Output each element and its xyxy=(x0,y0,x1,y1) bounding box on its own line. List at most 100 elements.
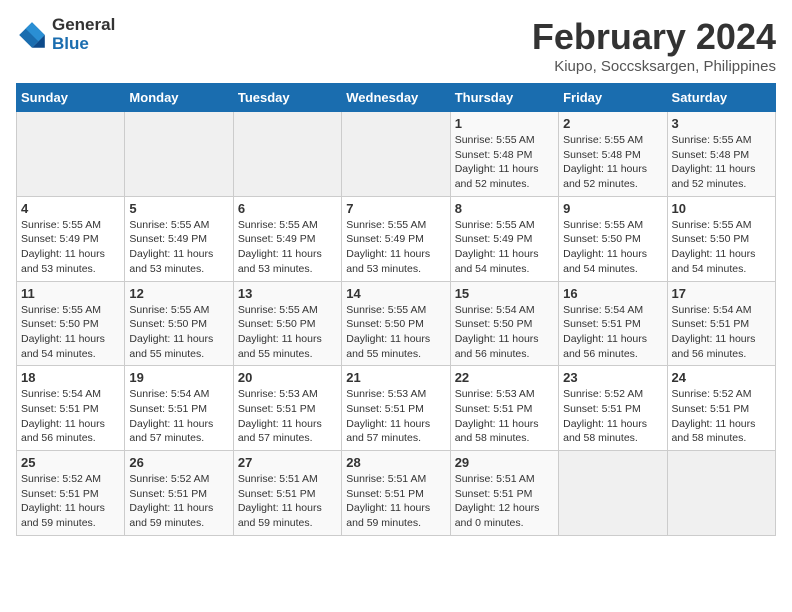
page-title: February 2024 xyxy=(532,16,776,58)
day-info: Sunrise: 5:54 AMSunset: 5:51 PMDaylight:… xyxy=(21,387,120,446)
day-info: Sunrise: 5:53 AMSunset: 5:51 PMDaylight:… xyxy=(346,387,445,446)
title-area: February 2024 Kiupo, Soccsksargen, Phili… xyxy=(532,16,776,75)
day-info: Sunrise: 5:51 AMSunset: 5:51 PMDaylight:… xyxy=(346,472,445,531)
day-info: Sunrise: 5:55 AMSunset: 5:48 PMDaylight:… xyxy=(455,133,554,192)
day-info: Sunrise: 5:54 AMSunset: 5:51 PMDaylight:… xyxy=(672,303,771,362)
calendar-week-row: 25Sunrise: 5:52 AMSunset: 5:51 PMDayligh… xyxy=(17,451,776,536)
calendar-cell: 21 Sunrise: 5:53 AMSunset: 5:51 PMDayligh… xyxy=(342,366,450,451)
day-info: Sunrise: 5:55 AMSunset: 5:50 PMDaylight:… xyxy=(129,303,228,362)
calendar-cell xyxy=(233,112,341,197)
day-info: Sunrise: 5:52 AMSunset: 5:51 PMDaylight:… xyxy=(129,472,228,531)
day-info: Sunrise: 5:52 AMSunset: 5:51 PMDaylight:… xyxy=(21,472,120,531)
day-number: 28 xyxy=(346,455,445,470)
logo: General Blue xyxy=(16,16,115,53)
calendar-cell: 4Sunrise: 5:55 AMSunset: 5:49 PMDaylight… xyxy=(17,196,125,281)
day-number: 11 xyxy=(21,286,120,301)
day-number: 2 xyxy=(563,116,662,131)
day-info: Sunrise: 5:55 AMSunset: 5:50 PMDaylight:… xyxy=(21,303,120,362)
day-info: Sunrise: 5:55 AMSunset: 5:50 PMDaylight:… xyxy=(238,303,337,362)
day-number: 19 xyxy=(129,370,228,385)
day-number: 22 xyxy=(455,370,554,385)
day-info: Sunrise: 5:54 AMSunset: 5:51 PMDaylight:… xyxy=(129,387,228,446)
day-number: 29 xyxy=(455,455,554,470)
calendar-cell: 13 Sunrise: 5:55 AMSunset: 5:50 PMDayligh… xyxy=(233,281,341,366)
calendar-cell: 6Sunrise: 5:55 AMSunset: 5:49 PMDaylight… xyxy=(233,196,341,281)
calendar-cell: 24 Sunrise: 5:52 AMSunset: 5:51 PMDayligh… xyxy=(667,366,775,451)
calendar-cell: 23 Sunrise: 5:52 AMSunset: 5:51 PMDayligh… xyxy=(559,366,667,451)
calendar-cell: 17 Sunrise: 5:54 AMSunset: 5:51 PMDayligh… xyxy=(667,281,775,366)
calendar-cell: 22 Sunrise: 5:53 AMSunset: 5:51 PMDayligh… xyxy=(450,366,558,451)
day-info: Sunrise: 5:55 AMSunset: 5:49 PMDaylight:… xyxy=(21,218,120,277)
day-info: Sunrise: 5:55 AMSunset: 5:50 PMDaylight:… xyxy=(672,218,771,277)
calendar-cell: 19 Sunrise: 5:54 AMSunset: 5:51 PMDayligh… xyxy=(125,366,233,451)
day-info: Sunrise: 5:55 AMSunset: 5:48 PMDaylight:… xyxy=(672,133,771,192)
calendar-week-row: 11 Sunrise: 5:55 AMSunset: 5:50 PMDayligh… xyxy=(17,281,776,366)
day-number: 3 xyxy=(672,116,771,131)
calendar-cell: 20 Sunrise: 5:53 AMSunset: 5:51 PMDayligh… xyxy=(233,366,341,451)
calendar-cell: 1 Sunrise: 5:55 AMSunset: 5:48 PMDaylight… xyxy=(450,112,558,197)
day-info: Sunrise: 5:51 AMSunset: 5:51 PMDaylight:… xyxy=(455,472,554,531)
calendar-cell xyxy=(17,112,125,197)
page-header: General Blue February 2024 Kiupo, Soccsk… xyxy=(16,16,776,75)
calendar-cell: 26 Sunrise: 5:52 AMSunset: 5:51 PMDayligh… xyxy=(125,451,233,536)
calendar-cell xyxy=(342,112,450,197)
day-info: Sunrise: 5:55 AMSunset: 5:50 PMDaylight:… xyxy=(563,218,662,277)
day-number: 20 xyxy=(238,370,337,385)
calendar-cell xyxy=(559,451,667,536)
day-info: Sunrise: 5:52 AMSunset: 5:51 PMDaylight:… xyxy=(672,387,771,446)
day-info: Sunrise: 5:52 AMSunset: 5:51 PMDaylight:… xyxy=(563,387,662,446)
calendar-cell: 9 Sunrise: 5:55 AMSunset: 5:50 PMDaylight… xyxy=(559,196,667,281)
day-number: 7 xyxy=(346,201,445,216)
calendar-day-header: Sunday xyxy=(17,84,125,112)
day-info: Sunrise: 5:51 AMSunset: 5:51 PMDaylight:… xyxy=(238,472,337,531)
calendar-cell: 11 Sunrise: 5:55 AMSunset: 5:50 PMDayligh… xyxy=(17,281,125,366)
day-number: 1 xyxy=(455,116,554,131)
day-info: Sunrise: 5:55 AMSunset: 5:49 PMDaylight:… xyxy=(455,218,554,277)
calendar-cell: 8 Sunrise: 5:55 AMSunset: 5:49 PMDaylight… xyxy=(450,196,558,281)
calendar-cell: 14Sunrise: 5:55 AMSunset: 5:50 PMDayligh… xyxy=(342,281,450,366)
calendar-cell xyxy=(667,451,775,536)
calendar-day-header: Thursday xyxy=(450,84,558,112)
logo-icon xyxy=(16,19,48,51)
day-number: 26 xyxy=(129,455,228,470)
calendar-cell: 7 Sunrise: 5:55 AMSunset: 5:49 PMDaylight… xyxy=(342,196,450,281)
calendar-day-header: Saturday xyxy=(667,84,775,112)
calendar-day-header: Wednesday xyxy=(342,84,450,112)
day-number: 21 xyxy=(346,370,445,385)
calendar-cell: 10 Sunrise: 5:55 AMSunset: 5:50 PMDayligh… xyxy=(667,196,775,281)
calendar-cell: 28 Sunrise: 5:51 AMSunset: 5:51 PMDayligh… xyxy=(342,451,450,536)
day-number: 6 xyxy=(238,201,337,216)
day-number: 24 xyxy=(672,370,771,385)
day-number: 16 xyxy=(563,286,662,301)
day-number: 5 xyxy=(129,201,228,216)
day-number: 8 xyxy=(455,201,554,216)
day-number: 18 xyxy=(21,370,120,385)
day-number: 27 xyxy=(238,455,337,470)
calendar-week-row: 4Sunrise: 5:55 AMSunset: 5:49 PMDaylight… xyxy=(17,196,776,281)
day-number: 13 xyxy=(238,286,337,301)
calendar-cell xyxy=(125,112,233,197)
day-number: 10 xyxy=(672,201,771,216)
calendar-week-row: 1 Sunrise: 5:55 AMSunset: 5:48 PMDaylight… xyxy=(17,112,776,197)
day-info: Sunrise: 5:55 AMSunset: 5:49 PMDaylight:… xyxy=(346,218,445,277)
day-number: 14 xyxy=(346,286,445,301)
calendar-cell: 15Sunrise: 5:54 AMSunset: 5:50 PMDayligh… xyxy=(450,281,558,366)
calendar-header-row: SundayMondayTuesdayWednesdayThursdayFrid… xyxy=(17,84,776,112)
calendar-cell: 27 Sunrise: 5:51 AMSunset: 5:51 PMDayligh… xyxy=(233,451,341,536)
calendar-cell: 25Sunrise: 5:52 AMSunset: 5:51 PMDayligh… xyxy=(17,451,125,536)
calendar-day-header: Tuesday xyxy=(233,84,341,112)
calendar-cell: 5Sunrise: 5:55 AMSunset: 5:49 PMDaylight… xyxy=(125,196,233,281)
day-info: Sunrise: 5:53 AMSunset: 5:51 PMDaylight:… xyxy=(238,387,337,446)
day-number: 17 xyxy=(672,286,771,301)
calendar-day-header: Friday xyxy=(559,84,667,112)
calendar-table: SundayMondayTuesdayWednesdayThursdayFrid… xyxy=(16,83,776,536)
calendar-week-row: 18 Sunrise: 5:54 AMSunset: 5:51 PMDayligh… xyxy=(17,366,776,451)
calendar-cell: 3 Sunrise: 5:55 AMSunset: 5:48 PMDaylight… xyxy=(667,112,775,197)
day-info: Sunrise: 5:53 AMSunset: 5:51 PMDaylight:… xyxy=(455,387,554,446)
day-number: 23 xyxy=(563,370,662,385)
calendar-body: 1 Sunrise: 5:55 AMSunset: 5:48 PMDaylight… xyxy=(17,112,776,536)
calendar-cell: 2 Sunrise: 5:55 AMSunset: 5:48 PMDaylight… xyxy=(559,112,667,197)
day-info: Sunrise: 5:55 AMSunset: 5:48 PMDaylight:… xyxy=(563,133,662,192)
day-number: 9 xyxy=(563,201,662,216)
calendar-cell: 18 Sunrise: 5:54 AMSunset: 5:51 PMDayligh… xyxy=(17,366,125,451)
